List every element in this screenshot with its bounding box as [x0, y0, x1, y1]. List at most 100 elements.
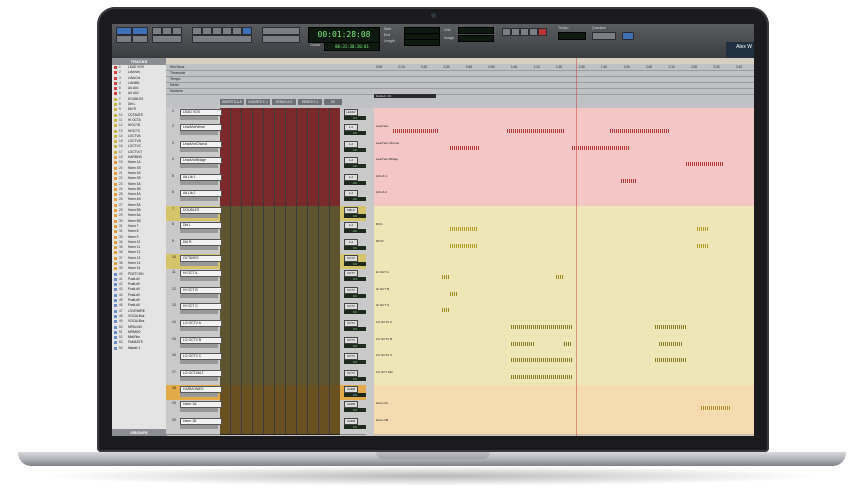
audio-waveform[interactable] — [655, 358, 686, 363]
track-volume[interactable]: 0.0 — [344, 293, 366, 298]
track-row[interactable]: 12 HI OCT B OCTV 0.0 HI OCT B — [166, 285, 754, 304]
track-name-field[interactable]: LeadVoxChorus — [180, 140, 222, 148]
track-io-selector[interactable]: OCTV — [344, 303, 358, 311]
track-row[interactable]: 10 OCTAVES OCTV 0.0 — [166, 254, 754, 271]
inserts-sends-block[interactable] — [220, 189, 340, 207]
trim-tool-icon[interactable] — [192, 27, 202, 35]
track-name-field[interactable]: HI OCT A — [180, 270, 222, 278]
track-io-selector[interactable]: LEADV — [344, 109, 358, 116]
track-name-field[interactable]: DOUBLES — [180, 207, 222, 214]
track-io-selector[interactable]: DBLS — [344, 207, 358, 214]
column-header[interactable]: I/O — [324, 99, 342, 105]
zoom-preset-button[interactable] — [172, 27, 182, 35]
track-lane[interactable]: Lead Vox — [374, 123, 754, 141]
inserts-sends-block[interactable] — [220, 400, 340, 418]
audio-waveform[interactable] — [450, 145, 481, 150]
audio-waveform[interactable] — [510, 358, 572, 363]
pencil-tool-icon[interactable] — [232, 27, 242, 35]
audio-waveform[interactable] — [510, 374, 572, 379]
record-button[interactable] — [538, 28, 547, 36]
inserts-sends-block[interactable] — [220, 221, 340, 239]
track-name-field[interactable]: LeadVoxVerse — [180, 124, 222, 131]
track-row[interactable]: 19 Harm 1A HARM 0.0 Harm 1A — [166, 400, 754, 418]
audio-waveform[interactable] — [393, 129, 439, 133]
track-io-selector[interactable]: 1-2 — [344, 238, 358, 246]
track-io-selector[interactable]: HARM — [344, 401, 358, 409]
track-volume[interactable]: 0.0 — [344, 343, 366, 348]
track-row[interactable]: 3 LeadVoxChorus 1-2 0.0 Lead Vox Chorus — [166, 139, 754, 158]
track-volume[interactable]: 0.0 — [344, 131, 366, 135]
track-lane[interactable]: LO OCTV C — [374, 352, 754, 370]
track-io-selector[interactable]: OCTV — [344, 255, 358, 263]
track-volume[interactable]: 0.0 — [344, 164, 366, 169]
audio-waveform[interactable] — [442, 275, 450, 280]
ruler-row[interactable]: Markers — [166, 89, 754, 95]
track-buttons[interactable] — [180, 131, 218, 135]
track-lane[interactable]: Ad Lib 2 — [374, 189, 754, 207]
track-buttons[interactable] — [180, 277, 218, 282]
track-io-selector[interactable]: HARM — [344, 386, 358, 394]
universe-bar[interactable] — [166, 58, 754, 64]
audio-waveform[interactable] — [697, 243, 709, 248]
audio-waveform[interactable] — [659, 341, 682, 346]
track-buttons[interactable] — [180, 147, 218, 152]
track-name-field[interactable]: Ad Lib 2 — [180, 190, 222, 198]
track-buttons[interactable] — [180, 343, 218, 348]
track-lane[interactable]: Ad Lib 1 — [374, 172, 754, 191]
track-name-field[interactable]: LeadVoxBridge — [180, 157, 222, 165]
inserts-sends-block[interactable] — [220, 123, 340, 141]
track-name-field[interactable]: LEAD VOX — [180, 109, 222, 116]
track-io-selector[interactable]: HARM — [344, 418, 358, 425]
track-name-field[interactable]: LO OCTVALT — [180, 369, 222, 377]
edit-modes-bar[interactable] — [262, 27, 300, 35]
main-counter[interactable]: 00:01:28:08 — [308, 27, 380, 43]
stop-button[interactable] — [511, 28, 520, 36]
inserts-sends-block[interactable] — [220, 156, 340, 174]
track-volume[interactable]: 0.0 — [344, 310, 366, 315]
track-name-field[interactable]: LO OCTV B — [180, 336, 222, 344]
sidebar-track-item[interactable]: 54 Master 1 — [112, 346, 166, 351]
track-name-field[interactable]: Harm 1B — [180, 418, 222, 425]
track-buttons[interactable] — [180, 425, 218, 429]
tracks-header[interactable]: TRACKS — [112, 58, 166, 65]
track-buttons[interactable] — [180, 360, 218, 365]
track-lane[interactable]: HI OCT C — [374, 302, 754, 320]
track-io-selector[interactable]: 1-2 — [344, 222, 358, 229]
track-row[interactable]: 11 HI OCT A OCTV 0.0 HI OCT A — [166, 269, 754, 287]
column-header[interactable]: SENDS A-E — [272, 99, 296, 105]
track-volume[interactable]: 0.0 — [344, 116, 366, 120]
column-header[interactable]: SENDS F-J — [298, 99, 322, 105]
inserts-sends-block[interactable] — [220, 139, 340, 158]
track-row[interactable]: 14 LO OCTV A OCTV 0.0 LO OCTV A — [166, 319, 754, 337]
audio-waveform[interactable] — [507, 129, 564, 133]
track-row[interactable]: 18 HARMONIES HARM 0.0 — [166, 385, 754, 402]
track-row[interactable]: 17 LO OCTVALT OCTV 0.0 LO OCT Alts — [166, 368, 754, 387]
scrubber-tool-icon[interactable] — [222, 27, 232, 35]
track-buttons[interactable] — [180, 310, 218, 315]
track-lane[interactable] — [374, 206, 754, 222]
track-lane[interactable]: HI OCT A — [374, 269, 754, 287]
audio-waveform[interactable] — [609, 129, 671, 133]
audio-waveform[interactable] — [700, 406, 732, 411]
zoom-presets-bar[interactable] — [152, 35, 182, 43]
link-buttons-bar[interactable] — [262, 35, 300, 43]
track-buttons[interactable] — [180, 376, 218, 381]
audio-waveform[interactable] — [556, 275, 564, 280]
zoom-out-button[interactable] — [152, 27, 162, 35]
track-lane[interactable] — [374, 385, 754, 402]
tempo-field[interactable] — [558, 32, 586, 40]
inserts-sends-block[interactable] — [220, 385, 340, 402]
track-row[interactable]: 9 Dbl R 1-2 0.0 Dbl R — [166, 237, 754, 256]
edit-mode-bar[interactable] — [192, 35, 252, 43]
track-name-field[interactable]: HI OCT B — [180, 286, 222, 294]
link-icon[interactable] — [622, 32, 634, 40]
inserts-sends-block[interactable] — [220, 108, 340, 124]
track-buttons[interactable] — [180, 327, 218, 331]
track-row[interactable]: 8 Dbl L 1-2 0.0 Dbl L — [166, 221, 754, 239]
track-lane[interactable] — [374, 108, 754, 124]
track-row[interactable]: 7 DOUBLES DBLS 0.0 — [166, 206, 754, 222]
track-volume[interactable]: 0.0 — [344, 393, 366, 398]
track-buttons[interactable] — [180, 164, 218, 169]
audio-waveform[interactable] — [450, 291, 458, 296]
column-header[interactable]: INSERTS F-J — [246, 99, 270, 105]
